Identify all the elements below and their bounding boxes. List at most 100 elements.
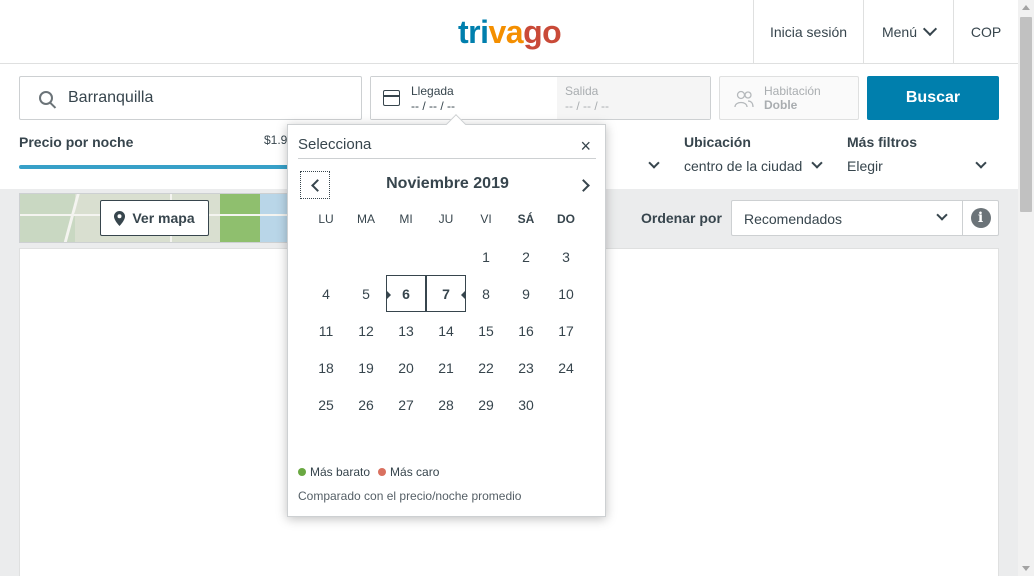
logo-part-2: va xyxy=(488,14,524,50)
calendar-day-number: 15 xyxy=(478,322,494,339)
login-button[interactable]: Inicia sesión xyxy=(753,0,863,63)
chevron-down-icon[interactable] xyxy=(811,157,823,169)
view-map-label: Ver mapa xyxy=(132,210,195,226)
calendar-icon xyxy=(383,90,400,106)
calendar-day[interactable]: 15 xyxy=(466,312,506,349)
calendar-day[interactable]: 13 xyxy=(386,312,426,349)
menu-label: Menú xyxy=(881,23,918,40)
map-pin-icon xyxy=(114,210,126,226)
price-filter-value: $1.9 xyxy=(264,133,288,147)
calendar-day[interactable]: 21 xyxy=(426,349,466,386)
calendar-day[interactable]: 18 xyxy=(306,349,346,386)
calendar-day-number: 5 xyxy=(362,285,370,302)
calendar-day[interactable]: 1 xyxy=(466,238,506,275)
calendar-day[interactable]: 28 xyxy=(426,386,466,423)
calendar-day[interactable]: 7 xyxy=(426,275,466,312)
logo-part-1: tri xyxy=(458,14,489,50)
map-park xyxy=(220,194,260,242)
room-label: Habitación xyxy=(764,84,821,98)
currency-button[interactable]: COP xyxy=(953,0,1018,63)
calendar-day-number: 10 xyxy=(558,285,574,302)
info-button[interactable]: i xyxy=(962,200,999,236)
calendar-day[interactable]: 11 xyxy=(306,312,346,349)
calendar-day[interactable]: 23 xyxy=(506,349,546,386)
calendar-day[interactable]: 24 xyxy=(546,349,586,386)
calendar-day[interactable]: 19 xyxy=(346,349,386,386)
menu-button[interactable]: Menú xyxy=(863,0,953,63)
calendar-day[interactable]: 16 xyxy=(506,312,546,349)
calendar-day-number: 8 xyxy=(482,285,490,302)
calendar-month-title: Noviembre 2019 xyxy=(386,175,509,192)
calendar-day[interactable]: 9 xyxy=(506,275,546,312)
view-map-button[interactable]: Ver mapa xyxy=(100,200,209,236)
calendar-day-number: 24 xyxy=(558,359,574,376)
location-filter-title: Ubicación xyxy=(684,134,751,150)
destination-input[interactable] xyxy=(68,89,328,107)
location-filter-value[interactable]: centro de la ciudad xyxy=(684,158,802,174)
calendar-note: Comparado con el precio/noche promedio xyxy=(298,489,522,503)
calendar-popup: Selecciona × Noviembre 2019 LU MA MI JU VI SÁ… xyxy=(287,124,606,517)
calendar-day-number: 3 xyxy=(562,248,570,265)
calendar-day-number: 17 xyxy=(558,322,574,339)
calendar-day[interactable]: 3 xyxy=(546,238,586,275)
sort-value: Recomendados xyxy=(744,211,843,227)
calendar-day[interactable]: 8 xyxy=(466,275,506,312)
calendar-day[interactable]: 29 xyxy=(466,386,506,423)
checkout-label: Salida xyxy=(565,84,599,98)
chevron-down-icon xyxy=(936,209,948,221)
calendar-day[interactable]: 12 xyxy=(346,312,386,349)
calendar-day[interactable]: 5 xyxy=(346,275,386,312)
calendar-day-number: 21 xyxy=(438,359,454,376)
trivago-logo[interactable]: trivago xyxy=(458,14,562,50)
calendar-day[interactable]: 27 xyxy=(386,386,426,423)
calendar-day[interactable]: 14 xyxy=(426,312,466,349)
calendar-day[interactable]: 30 xyxy=(506,386,546,423)
selection-marker-icon xyxy=(386,290,391,300)
calendar-day[interactable]: 10 xyxy=(546,275,586,312)
weekday-header: MA xyxy=(357,212,375,226)
close-icon[interactable]: × xyxy=(580,137,591,155)
price-slider[interactable] xyxy=(19,165,289,169)
info-icon: i xyxy=(970,208,991,228)
calendar-day[interactable]: 25 xyxy=(306,386,346,423)
calendar-day[interactable]: 17 xyxy=(546,312,586,349)
checkout-field[interactable]: Salida -- / -- / -- xyxy=(557,77,710,119)
legend-cheap: Más barato xyxy=(298,465,370,479)
checkin-field[interactable]: Llegada -- / -- / -- xyxy=(371,77,557,119)
calendar-day-number: 28 xyxy=(438,396,454,413)
scroll-down-arrow[interactable] xyxy=(1022,566,1030,571)
chevron-right-icon xyxy=(576,178,590,192)
calendar-day[interactable]: 26 xyxy=(346,386,386,423)
room-value: Doble xyxy=(764,98,798,112)
chevron-down-icon[interactable] xyxy=(648,157,660,169)
next-month-button[interactable] xyxy=(570,171,600,199)
scroll-thumb[interactable] xyxy=(1020,17,1032,212)
login-label: Inicia sesión xyxy=(769,23,848,40)
weekday-header: SÁ xyxy=(517,212,535,226)
scroll-up-arrow[interactable] xyxy=(1022,5,1030,10)
calendar-day-number: 16 xyxy=(518,322,534,339)
page-scrollbar[interactable] xyxy=(1018,0,1034,576)
calendar-day-number: 7 xyxy=(442,285,450,302)
calendar-legend: Más barato Más caro xyxy=(298,465,447,479)
calendar-day[interactable]: 22 xyxy=(466,349,506,386)
calendar-day[interactable]: 2 xyxy=(506,238,546,275)
weekday-header: JU xyxy=(438,212,454,226)
checkout-value: -- / -- / -- xyxy=(565,99,609,113)
search-button[interactable]: Buscar xyxy=(867,76,999,120)
calendar-day[interactable]: 20 xyxy=(386,349,426,386)
top-header: trivago Inicia sesión Menú COP xyxy=(0,0,1018,64)
room-selector[interactable]: Habitación Doble xyxy=(719,76,859,120)
more-filters-value[interactable]: Elegir xyxy=(847,158,883,174)
calendar-day-number: 26 xyxy=(358,396,374,413)
date-picker[interactable]: Llegada -- / -- / -- Salida -- / -- / -- xyxy=(370,76,711,120)
calendar-header-title: Selecciona xyxy=(298,136,372,153)
calendar-day[interactable]: 6 xyxy=(386,275,426,312)
legend-expensive-label: Más caro xyxy=(390,465,440,479)
calendar-day[interactable]: 4 xyxy=(306,275,346,312)
calendar-day-number: 9 xyxy=(522,285,530,302)
guests-icon xyxy=(734,90,754,108)
chevron-down-icon[interactable] xyxy=(975,157,987,169)
destination-search[interactable] xyxy=(19,76,362,120)
sort-select[interactable]: Recomendados xyxy=(731,200,963,236)
